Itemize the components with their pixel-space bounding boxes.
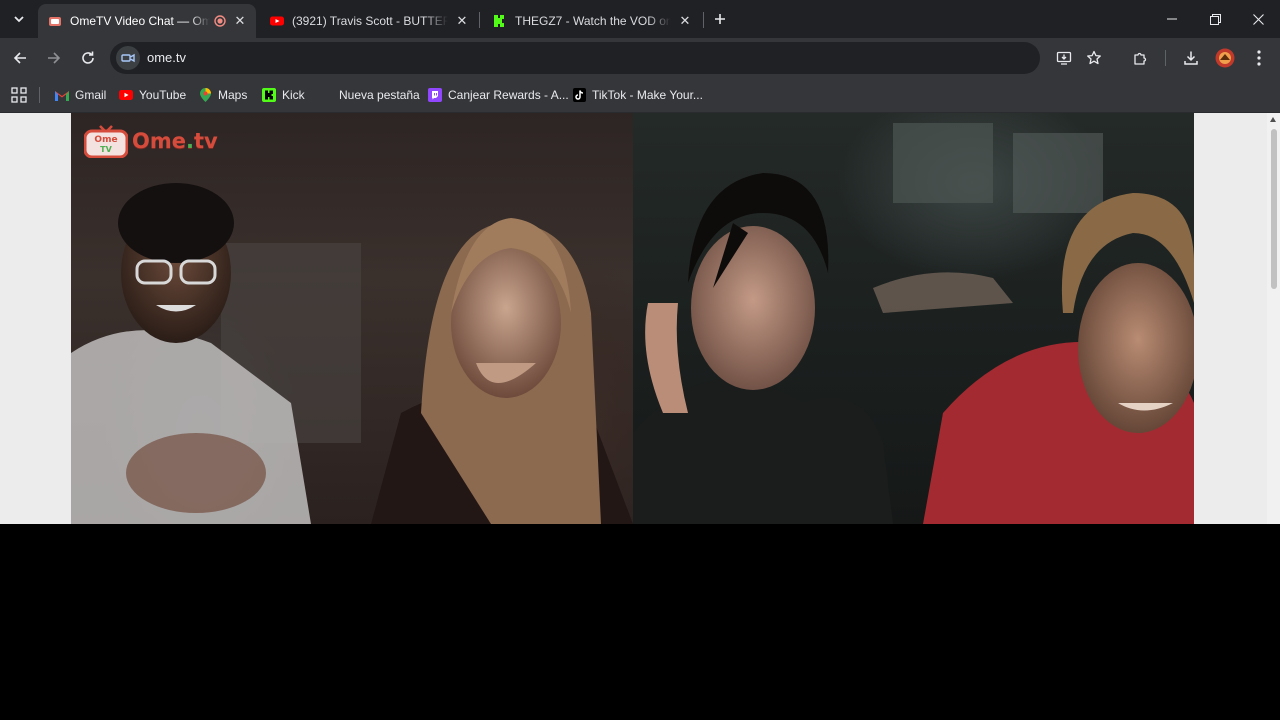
video-stream bbox=[633, 123, 1194, 524]
blank-page-icon bbox=[319, 88, 333, 102]
bookmark-label: Maps bbox=[218, 88, 248, 102]
ometv-logo[interactable]: Ome TV Ome.tv bbox=[84, 121, 218, 161]
kick-icon bbox=[493, 14, 507, 28]
close-tab-icon[interactable]: ✕ bbox=[232, 13, 248, 29]
logo-dot: . bbox=[185, 129, 194, 153]
bookmark-kick[interactable]: Kick bbox=[262, 86, 305, 104]
arrow-right-icon bbox=[48, 52, 61, 64]
bookmark-canjear-rewards[interactable]: Canjear Rewards - A... bbox=[428, 86, 569, 104]
browser-toolbar: ome.tv bbox=[0, 38, 1280, 78]
close-window-button[interactable] bbox=[1236, 0, 1280, 38]
tab-ometv[interactable]: OmeTV Video Chat — Ome ✕ bbox=[38, 4, 256, 38]
tab-divider bbox=[479, 12, 480, 28]
black-letterbox bbox=[0, 524, 1280, 720]
bookmark-label: Nueva pestaña bbox=[339, 88, 420, 102]
logo-ome: Ome bbox=[132, 129, 186, 153]
video-camera-icon bbox=[121, 53, 135, 63]
forward-button[interactable] bbox=[42, 46, 66, 70]
maps-icon bbox=[198, 88, 212, 102]
downloads-button[interactable] bbox=[1179, 46, 1203, 70]
bookmark-star-button[interactable] bbox=[1084, 48, 1104, 68]
puzzle-icon bbox=[1134, 52, 1147, 65]
restore-button[interactable] bbox=[1193, 0, 1237, 38]
bookmark-gmail[interactable]: Gmail bbox=[55, 86, 106, 104]
apps-grid-icon[interactable] bbox=[11, 87, 27, 103]
plus-icon bbox=[715, 14, 725, 24]
tab-kick[interactable]: THEGZ7 - Watch the VOD on Kick ✕ bbox=[483, 4, 701, 38]
close-tab-icon[interactable]: ✕ bbox=[454, 13, 470, 29]
bookmark-tiktok[interactable]: TikTok - Make Your... bbox=[572, 86, 703, 104]
remote-video-feed bbox=[633, 113, 1194, 524]
bookmark-youtube[interactable]: YouTube bbox=[119, 86, 186, 104]
tab-divider bbox=[703, 12, 704, 28]
install-app-button[interactable] bbox=[1054, 48, 1074, 68]
bookmarks-divider bbox=[39, 87, 40, 103]
recording-icon bbox=[214, 15, 226, 27]
more-vertical-icon bbox=[1257, 50, 1261, 66]
youtube-icon bbox=[270, 14, 284, 28]
gmail-icon bbox=[55, 88, 69, 102]
kick-icon bbox=[262, 88, 276, 102]
logo-badge-bottom: TV bbox=[100, 145, 112, 154]
tab-title: OmeTV Video Chat — Ome bbox=[70, 14, 210, 28]
logo-wordmark: Ome.tv bbox=[132, 129, 218, 153]
close-icon bbox=[1252, 13, 1264, 25]
scroll-up-arrow-icon[interactable] bbox=[1270, 117, 1276, 122]
bookmark-maps[interactable]: Maps bbox=[198, 86, 247, 104]
close-tab-icon[interactable]: ✕ bbox=[677, 13, 693, 29]
twitch-icon bbox=[428, 88, 442, 102]
toolbar-divider bbox=[1165, 50, 1166, 66]
bookmark-label: Kick bbox=[282, 88, 305, 102]
tab-title: (3921) Travis Scott - BUTTERFLY bbox=[292, 14, 448, 28]
tab-search-button[interactable] bbox=[6, 6, 32, 32]
tab-strip: OmeTV Video Chat — Ome ✕ (3921) Travis S… bbox=[0, 0, 1280, 38]
scroll-thumb[interactable] bbox=[1271, 129, 1277, 289]
bookmarks-bar: Gmail YouTube Maps Kick Nueva pestaña Ca… bbox=[0, 78, 1280, 113]
avatar bbox=[1215, 48, 1235, 68]
bookmark-label: TikTok - Make Your... bbox=[592, 88, 703, 102]
star-icon bbox=[1087, 50, 1101, 65]
tab-title: THEGZ7 - Watch the VOD on Kick bbox=[515, 14, 671, 28]
logo-badge-top: Ome bbox=[94, 135, 117, 145]
logo-tv: tv bbox=[193, 129, 218, 153]
youtube-icon bbox=[119, 88, 133, 102]
new-tab-button[interactable] bbox=[709, 8, 731, 30]
back-button[interactable] bbox=[8, 46, 32, 70]
bookmark-label: Canjear Rewards - A... bbox=[448, 88, 569, 102]
minimize-button[interactable] bbox=[1150, 0, 1194, 38]
minimize-icon bbox=[1167, 18, 1177, 20]
profile-button[interactable] bbox=[1213, 46, 1237, 70]
install-icon bbox=[1056, 51, 1072, 65]
menu-button[interactable] bbox=[1247, 46, 1271, 70]
bookmark-label: YouTube bbox=[139, 88, 187, 102]
download-icon bbox=[1184, 51, 1198, 65]
bookmark-label: Gmail bbox=[75, 88, 107, 102]
tiktok-icon bbox=[572, 88, 586, 102]
local-video-feed: Ome TV Ome.tv bbox=[71, 113, 633, 524]
ometv-tv-logo: Ome TV bbox=[84, 125, 128, 158]
ometv-icon bbox=[48, 14, 62, 28]
reload-button[interactable] bbox=[76, 46, 100, 70]
restore-icon bbox=[1209, 13, 1221, 25]
url-text[interactable]: ome.tv bbox=[147, 50, 186, 65]
address-bar[interactable]: ome.tv bbox=[110, 42, 1101, 74]
tab-youtube[interactable]: (3921) Travis Scott - BUTTERFLY ✕ bbox=[260, 4, 478, 38]
extensions-button[interactable] bbox=[1129, 46, 1153, 70]
page-scrollbar[interactable] bbox=[1267, 113, 1280, 524]
video-stream bbox=[71, 183, 633, 524]
bookmark-nueva-pestana[interactable]: Nueva pestaña bbox=[319, 86, 420, 104]
page-content: Ome TV Ome.tv bbox=[0, 113, 1267, 524]
reload-icon bbox=[82, 51, 94, 64]
chevron-down-icon bbox=[14, 16, 24, 23]
arrow-left-icon bbox=[13, 52, 26, 64]
site-info-button[interactable] bbox=[116, 46, 140, 70]
